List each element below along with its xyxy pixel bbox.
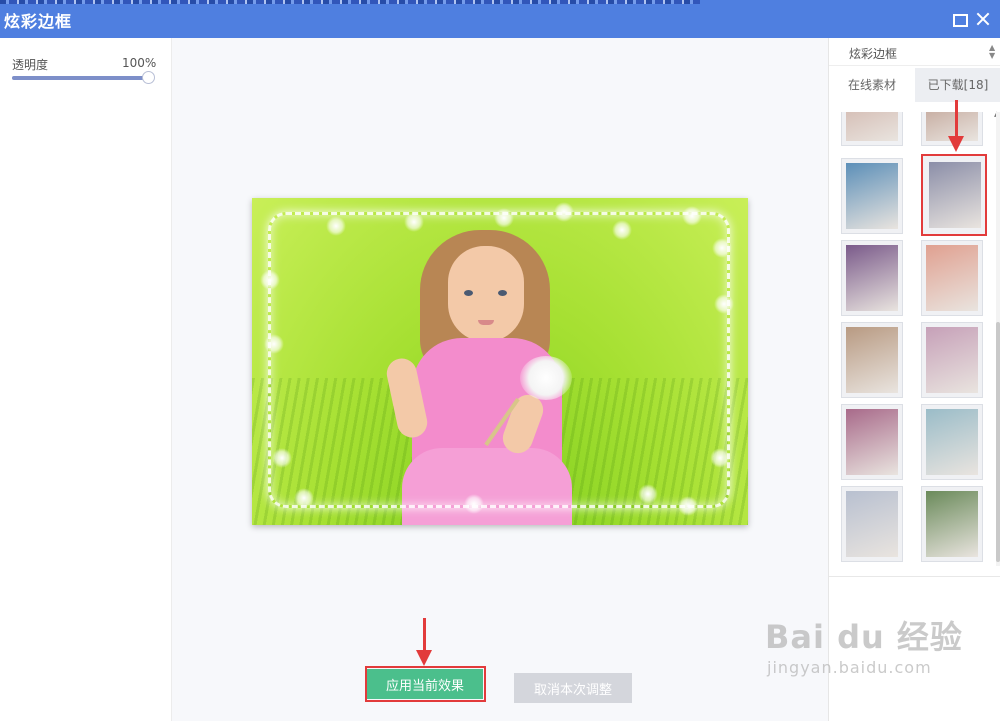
thumbnail-image bbox=[846, 491, 898, 557]
thumbnail-item[interactable] bbox=[841, 322, 903, 398]
sparkle-glow bbox=[264, 334, 284, 354]
thumbnail-image bbox=[926, 409, 978, 475]
thumbnail-item[interactable] bbox=[921, 322, 983, 398]
watermark-main: Bai du 经验 bbox=[765, 618, 963, 656]
left-panel: 透明度 100% bbox=[0, 38, 172, 721]
scrollbar-thumb[interactable] bbox=[996, 322, 1000, 562]
thumbnail-image bbox=[926, 327, 978, 393]
sparkle-glow bbox=[272, 448, 292, 468]
thumbnail-item[interactable] bbox=[841, 158, 903, 234]
category-select[interactable]: 炫彩边框 ▲ ▼ bbox=[829, 38, 1000, 66]
window-title: 炫彩边框 bbox=[4, 12, 73, 31]
panel-divider bbox=[829, 576, 1000, 577]
cancel-adjustment-button[interactable]: 取消本次调整 bbox=[514, 673, 632, 703]
opacity-slider[interactable] bbox=[12, 71, 155, 84]
sparkle-glow bbox=[714, 294, 734, 314]
opacity-slider-thumb[interactable] bbox=[142, 71, 155, 84]
tab-online-materials[interactable]: 在线素材 bbox=[829, 68, 915, 102]
preview-photo bbox=[252, 198, 748, 525]
opacity-slider-fill bbox=[12, 76, 149, 80]
thumbnail-item[interactable] bbox=[841, 486, 903, 562]
thumbnail-image bbox=[926, 112, 978, 141]
thumbnail-item[interactable] bbox=[841, 112, 903, 146]
thumbnail-scrollbar[interactable] bbox=[996, 112, 1000, 566]
title-bar-texture bbox=[0, 0, 700, 4]
thumbnail-image bbox=[846, 327, 898, 393]
apply-effect-button[interactable]: 应用当前效果 bbox=[367, 669, 483, 699]
watermark-sub: jingyan.baidu.com bbox=[767, 658, 932, 677]
thumbnail-item[interactable] bbox=[921, 486, 983, 562]
sparkle-glow bbox=[464, 494, 484, 514]
sparkle-glow bbox=[612, 220, 632, 240]
opacity-value: 100% bbox=[122, 56, 157, 70]
sparkle-glow bbox=[404, 212, 424, 232]
thumbnail-item[interactable] bbox=[921, 112, 983, 146]
sparkle-glow bbox=[638, 484, 658, 504]
sparkle-glow bbox=[494, 208, 514, 228]
thumbnail-image bbox=[929, 162, 981, 228]
thumbnail-item[interactable] bbox=[921, 404, 983, 480]
sparkle-glow bbox=[326, 216, 346, 236]
maximize-icon[interactable] bbox=[950, 10, 968, 28]
thumbnail-image bbox=[926, 491, 978, 557]
sparkle-glow bbox=[712, 238, 732, 258]
sparkle-glow bbox=[260, 270, 280, 290]
thumbnail-grid bbox=[839, 112, 991, 566]
sparkle-glow bbox=[678, 496, 698, 516]
thumbnail-image bbox=[926, 245, 978, 311]
sparkle-glow bbox=[682, 206, 702, 226]
thumbnail-item-selected[interactable] bbox=[921, 154, 987, 236]
tab-downloaded[interactable]: 已下载[18] bbox=[915, 68, 1000, 102]
thumbnail-item[interactable] bbox=[841, 240, 903, 316]
sparkle-glow bbox=[294, 488, 314, 508]
close-icon[interactable] bbox=[974, 10, 992, 28]
select-arrows-icon: ▲ ▼ bbox=[989, 43, 996, 60]
canvas-area: 应用当前效果 取消本次调整 bbox=[172, 38, 828, 721]
annotation-arrow-shaft bbox=[423, 618, 426, 652]
sparkle-glow bbox=[710, 448, 730, 468]
category-select-value: 炫彩边框 bbox=[849, 47, 898, 61]
thumbnail-image bbox=[846, 245, 898, 311]
thumbnail-image bbox=[846, 112, 898, 141]
sparkle-frame-overlay bbox=[268, 212, 730, 508]
thumbnail-image bbox=[846, 163, 898, 229]
title-bar: 炫彩边框 bbox=[0, 0, 1000, 38]
thumbnail-image bbox=[846, 409, 898, 475]
baidu-watermark: Bai du 经验 jingyan.baidu.com bbox=[765, 612, 963, 677]
annotation-arrow-icon bbox=[416, 650, 432, 666]
thumbnail-item[interactable] bbox=[841, 404, 903, 480]
thumbnail-item[interactable] bbox=[921, 240, 983, 316]
opacity-label: 透明度 bbox=[12, 58, 49, 72]
sparkle-glow bbox=[554, 202, 574, 222]
